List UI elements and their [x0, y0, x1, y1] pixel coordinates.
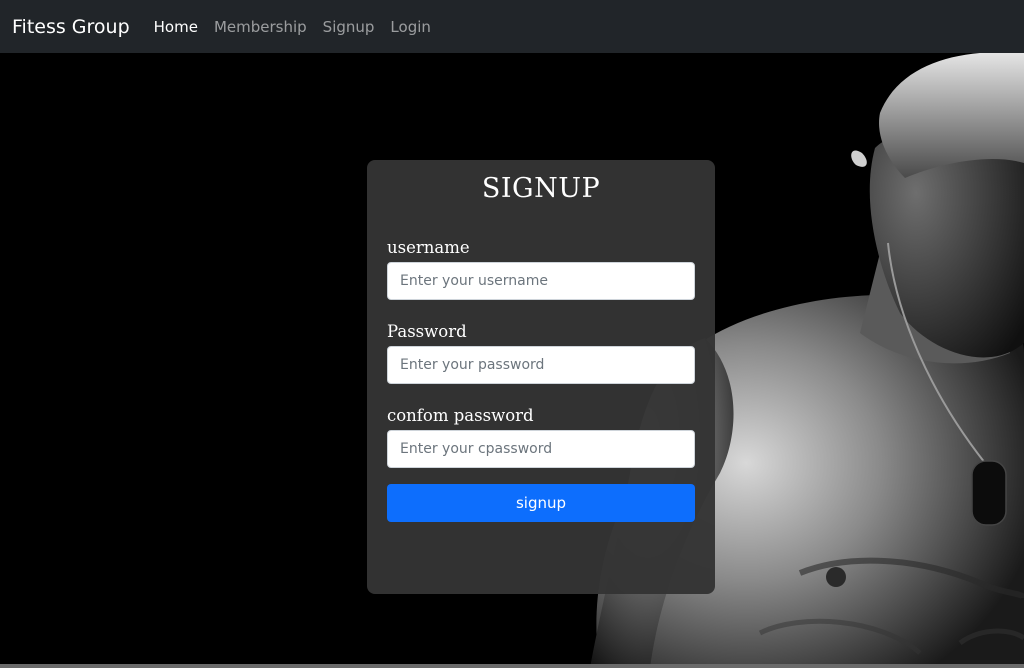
username-label: username [387, 238, 470, 257]
nav-link-login[interactable]: Login [390, 18, 430, 36]
nav-link-membership[interactable]: Membership [214, 18, 307, 36]
top-navbar: Fitess Group Home Membership Signup Logi… [0, 0, 1024, 53]
password-label: Password [387, 322, 467, 341]
brand-logo-link[interactable]: Fitess Group [12, 16, 130, 38]
signup-title: SIGNUP [481, 173, 601, 204]
confirm-password-label: confom password [387, 406, 534, 425]
confirm-password-input[interactable] [387, 430, 695, 468]
nav-link-signup[interactable]: Signup [323, 18, 375, 36]
signup-card: SIGNUP username Password confom password… [367, 160, 715, 594]
nav-link-home[interactable]: Home [154, 18, 198, 36]
signup-button[interactable]: signup [387, 484, 695, 522]
horizontal-scrollbar[interactable] [0, 664, 1024, 668]
username-input[interactable] [387, 262, 695, 300]
password-input[interactable] [387, 346, 695, 384]
hero-background: SIGNUP username Password confom password… [0, 53, 1024, 668]
